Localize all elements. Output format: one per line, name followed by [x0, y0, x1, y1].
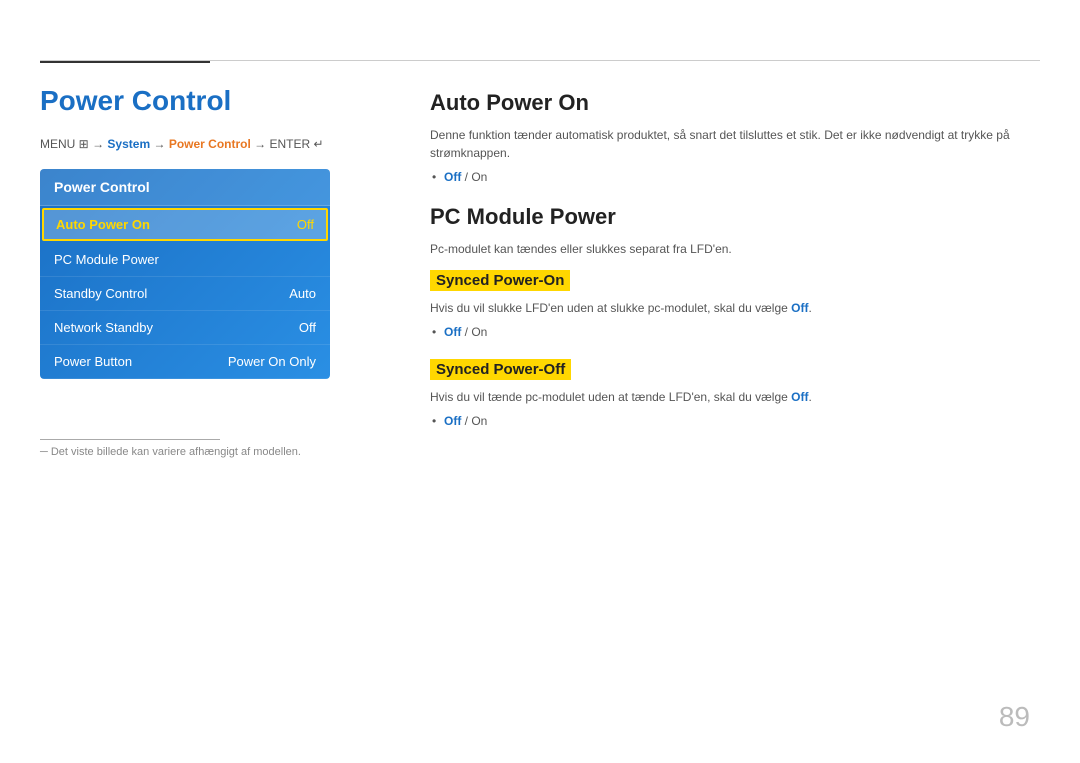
sub2-option-item: Off / On	[444, 414, 1040, 428]
section1-title: Auto Power On	[430, 90, 1040, 116]
sub2-off: Off	[444, 414, 461, 428]
sub1-off-highlight: Off	[791, 301, 808, 315]
menu-item-network-standby[interactable]: Network Standby Off	[40, 311, 330, 345]
menu-item-value: Power On Only	[228, 354, 316, 369]
breadcrumb: MENU ⊞ → System → Power Control → ENTER …	[40, 137, 400, 151]
section2-description: Pc-modulet kan tændes eller slukkes sepa…	[430, 240, 1040, 258]
section1-option-item: Off / On	[444, 170, 1040, 184]
breadcrumb-menu-icon: ⊞	[79, 137, 89, 151]
menu-item-power-button[interactable]: Power Button Power On Only	[40, 345, 330, 379]
section1-options-list: Off / On	[430, 170, 1040, 184]
footnote-text: ─ Det viste billede kan variere afhængig…	[40, 446, 301, 458]
breadcrumb-power-control: Power Control	[169, 137, 251, 151]
sub-section1-title: Synced Power-On	[430, 270, 570, 291]
sub1-on: On	[471, 325, 487, 339]
sub2-options-list: Off / On	[430, 414, 1040, 428]
menu-item-label: Power Button	[54, 354, 132, 369]
section1-on: On	[471, 170, 487, 184]
sub1-option-item: Off / On	[444, 325, 1040, 339]
menu-item-label: Standby Control	[54, 286, 147, 301]
sub1-options-list: Off / On	[430, 325, 1040, 339]
section1-off: Off	[444, 170, 461, 184]
menu-item-value: Off	[299, 320, 316, 335]
section1-description: Denne funktion tænder automatisk produkt…	[430, 126, 1040, 162]
menu-item-label: Network Standby	[54, 320, 153, 335]
menu-item-label: Auto Power On	[56, 217, 150, 232]
sub2-on: On	[471, 414, 487, 428]
section2-title: PC Module Power	[430, 204, 1040, 230]
right-column: Auto Power On Denne funktion tænder auto…	[430, 70, 1040, 444]
menu-box: Power Control Auto Power On Off PC Modul…	[40, 169, 330, 379]
menu-item-label: PC Module Power	[54, 252, 159, 267]
menu-item-auto-power-on[interactable]: Auto Power On Off	[42, 208, 328, 241]
breadcrumb-arrow3: → ENTER	[254, 137, 313, 151]
sub2-off-highlight: Off	[791, 390, 808, 404]
breadcrumb-system: System	[107, 137, 150, 151]
breadcrumb-arrow2: →	[153, 137, 168, 151]
sub1-description: Hvis du vil slukke LFD'en uden at slukke…	[430, 299, 1040, 317]
top-line	[40, 60, 1040, 61]
sub2-description: Hvis du vil tænde pc-modulet uden at tæn…	[430, 388, 1040, 406]
breadcrumb-enter-icon: ↵	[314, 137, 324, 151]
menu-item-value: Auto	[289, 286, 316, 301]
menu-item-pc-module-power[interactable]: PC Module Power	[40, 243, 330, 277]
footnote-line	[40, 439, 220, 440]
page-number: 89	[999, 701, 1030, 733]
sub1-off: Off	[444, 325, 461, 339]
breadcrumb-menu: MENU	[40, 137, 79, 151]
menu-item-standby-control[interactable]: Standby Control Auto	[40, 277, 330, 311]
sub-section2-title: Synced Power-Off	[430, 359, 571, 380]
page-title: Power Control	[40, 85, 400, 117]
footnote: ─ Det viste billede kan variere afhængig…	[40, 439, 400, 458]
menu-header: Power Control	[40, 169, 330, 206]
breadcrumb-arrow1: →	[92, 137, 107, 151]
left-column: Power Control MENU ⊞ → System → Power Co…	[40, 70, 400, 458]
menu-item-value: Off	[297, 217, 314, 232]
